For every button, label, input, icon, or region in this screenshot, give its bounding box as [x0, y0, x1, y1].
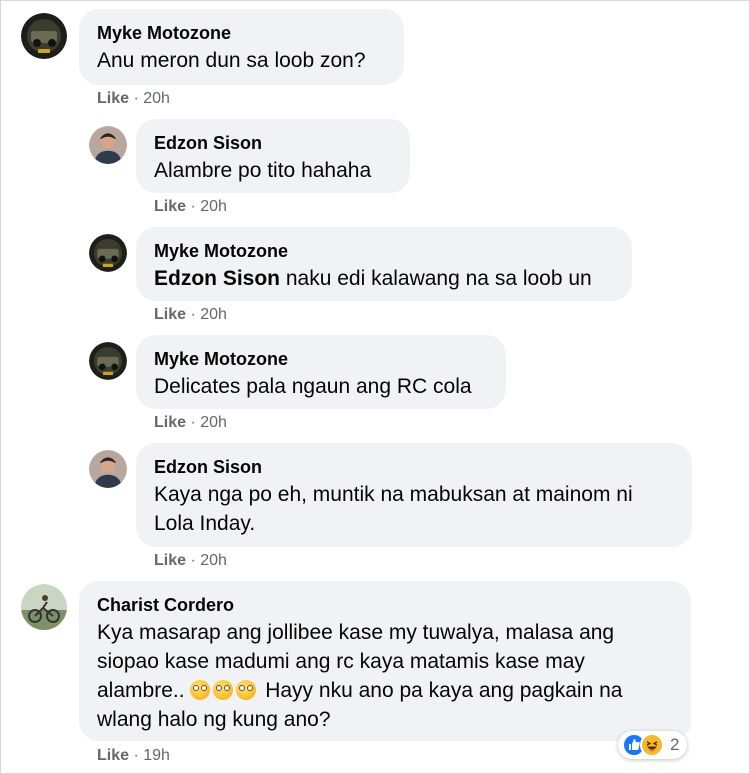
comment-actions: Like · 20h [154, 414, 227, 432]
comment-timestamp[interactable]: 20h [200, 306, 227, 323]
reactions-summary[interactable]: 2 [618, 731, 688, 759]
comment-bubble: Charist Cordero Kya masarap ang jollibee… [79, 581, 691, 741]
like-button[interactable]: Like [154, 306, 186, 323]
comment-timestamp[interactable]: 20h [200, 552, 227, 569]
separator: · [129, 747, 144, 764]
rolling-eyes-emoji [236, 680, 257, 700]
comment-thread: Myke Motozone Anu meron dun sa loob zon?… [0, 0, 750, 774]
comment-timestamp[interactable]: 20h [200, 198, 227, 215]
comment-author[interactable]: Myke Motozone [97, 21, 384, 45]
reply-bubble: Edzon Sison Alambre po tito hahaha [136, 119, 410, 193]
separator: · [186, 552, 201, 569]
person-avatar[interactable] [89, 450, 127, 488]
moto-avatar[interactable] [89, 342, 127, 380]
like-button[interactable]: Like [154, 552, 186, 569]
comment-text: Kya masarap ang jollibee kase my tuwalya… [97, 618, 671, 734]
separator: · [129, 90, 144, 107]
comment-timestamp[interactable]: 20h [143, 90, 170, 107]
comment-author[interactable]: Charist Cordero [97, 593, 671, 617]
comment-text-line: siopao kase madumi ang rc kaya matamis k… [97, 650, 585, 673]
like-button[interactable]: Like [154, 198, 186, 215]
comment-actions: Like · 20h [154, 552, 227, 570]
comment-text: Kaya nga po eh, muntik na mabuksan at ma… [154, 480, 672, 538]
bike-avatar[interactable] [21, 584, 67, 630]
comment-text: Edzon Sison naku edi kalawang na sa loob… [154, 267, 592, 290]
comment-text: Alambre po tito hahaha [154, 159, 372, 182]
reaction-count: 2 [670, 735, 680, 754]
comment-timestamp[interactable]: 19h [143, 747, 170, 764]
like-button[interactable]: Like [154, 414, 186, 431]
comment-bubble: Myke Motozone Anu meron dun sa loob zon? [79, 9, 404, 85]
reply-bubble: Myke Motozone Edzon Sison naku edi kalaw… [136, 227, 632, 301]
comment-author[interactable]: Myke Motozone [154, 347, 486, 371]
reply-bubble: Myke Motozone Delicates pala ngaun ang R… [136, 335, 506, 409]
moto-avatar[interactable] [89, 234, 127, 272]
comment-author[interactable]: Edzon Sison [154, 131, 390, 155]
comment-text-line: alambre.. Hayy nku ano pa kaya ang pagka… [97, 679, 623, 702]
comment-author[interactable]: Edzon Sison [154, 455, 672, 479]
comment-timestamp[interactable]: 20h [200, 414, 227, 431]
comment-actions: Like · 20h [154, 198, 227, 216]
comment-text-line: Lola Inday. [154, 512, 256, 535]
comment-text: Anu meron dun sa loob zon? [97, 49, 366, 72]
mention-link[interactable]: Edzon Sison [154, 267, 280, 290]
rolling-eyes-emoji [190, 680, 211, 700]
comment-text-line: Kaya nga po eh, muntik na mabuksan at ma… [154, 483, 633, 506]
separator: · [186, 306, 201, 323]
comment-actions: Like · 20h [97, 90, 170, 108]
comment-text-line: Kya masarap ang jollibee kase my tuwalya… [97, 621, 615, 644]
rolling-eyes-emoji [213, 680, 234, 700]
separator: · [186, 198, 201, 215]
comment-author[interactable]: Myke Motozone [154, 239, 612, 263]
comment-text: Delicates pala ngaun ang RC cola [154, 375, 472, 398]
moto-avatar[interactable] [21, 13, 67, 59]
like-button[interactable]: Like [97, 747, 129, 764]
haha-reaction-icon [640, 733, 664, 757]
like-button[interactable]: Like [97, 90, 129, 107]
reply-bubble: Edzon Sison Kaya nga po eh, muntik na ma… [136, 443, 692, 547]
comment-actions: Like · 19h [97, 747, 170, 765]
person-avatar[interactable] [89, 126, 127, 164]
comment-text-line: wlang halo ng kung ano? [97, 708, 331, 731]
separator: · [186, 414, 201, 431]
comment-actions: Like · 20h [154, 306, 227, 324]
